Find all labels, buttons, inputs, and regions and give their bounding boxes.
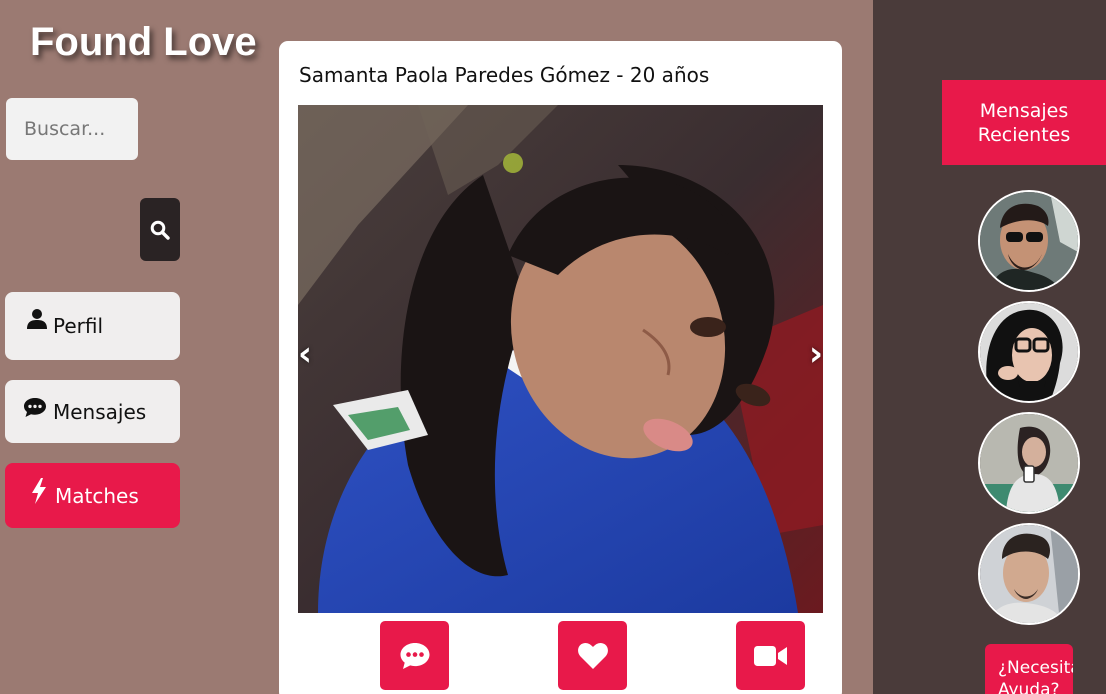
nav-profile-label: Perfil — [53, 314, 104, 338]
nav-matches-button[interactable]: Matches — [5, 463, 180, 528]
avatar-image — [980, 303, 1078, 401]
search-icon — [150, 220, 170, 240]
carousel-prev-arrow[interactable]: ‹ — [298, 337, 312, 371]
recent-avatar-2[interactable] — [978, 301, 1080, 403]
video-call-button[interactable] — [736, 621, 805, 690]
recent-messages-header: Mensajes Recientes — [942, 80, 1106, 165]
bolt-icon — [31, 477, 47, 504]
recent-avatar-3[interactable] — [978, 412, 1080, 514]
help-button[interactable]: ¿Necesitas Ayuda? — [985, 644, 1073, 694]
profile-name-age: Samanta Paola Paredes Gómez - 20 años — [299, 63, 710, 87]
nav-matches-label: Matches — [55, 483, 139, 508]
recent-avatar-1[interactable] — [978, 190, 1080, 292]
like-button[interactable] — [558, 621, 627, 690]
avatar-image — [980, 192, 1078, 290]
comment-dots-icon — [400, 642, 429, 669]
nav-messages-label: Mensajes — [53, 399, 147, 424]
recent-messages-panel: Mensajes Recientes ¿Necesit Ayuda? — [873, 0, 1106, 694]
app-logo: Found Love — [30, 20, 257, 64]
message-button[interactable] — [380, 621, 449, 690]
profile-photo — [298, 105, 823, 613]
nav-messages-button[interactable]: Mensajes — [5, 380, 180, 443]
nav-profile-button[interactable]: Perfil — [5, 292, 180, 360]
avatar-image — [980, 525, 1078, 623]
avatar-image — [980, 414, 1078, 512]
video-icon — [753, 645, 787, 666]
search-button[interactable] — [140, 198, 180, 261]
profile-card: Samanta Paola Paredes Gómez - 20 años ‹ … — [279, 41, 842, 694]
user-icon — [27, 308, 47, 330]
recent-avatar-4[interactable] — [978, 523, 1080, 625]
comment-icon — [23, 397, 47, 418]
heart-icon — [577, 642, 608, 669]
carousel-next-arrow[interactable]: › — [809, 337, 823, 371]
search-input[interactable] — [6, 98, 138, 160]
profile-photo-carousel[interactable]: ‹ › — [298, 105, 823, 613]
